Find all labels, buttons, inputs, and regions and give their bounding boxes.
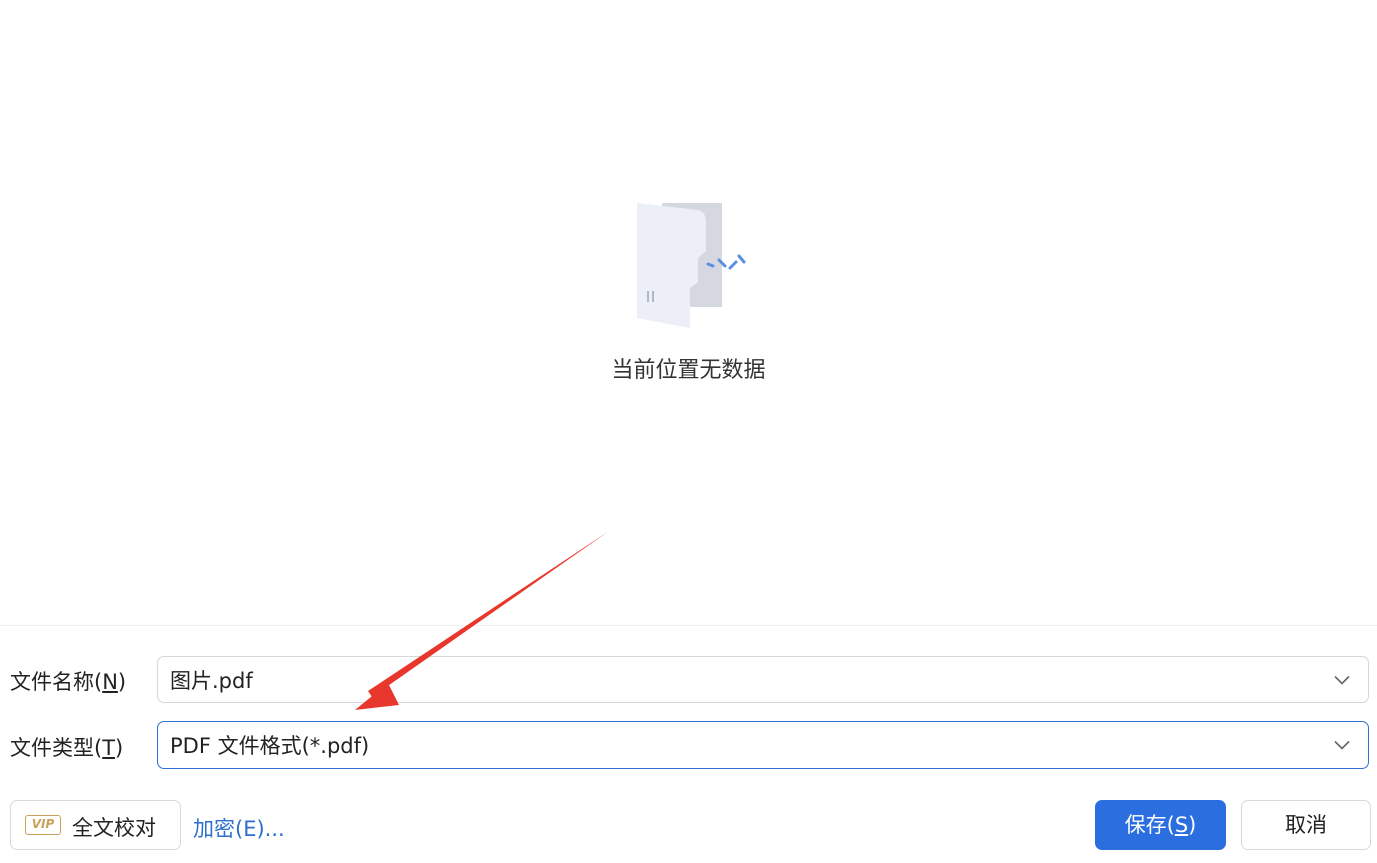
save-button[interactable]: 保存(S)	[1095, 800, 1226, 850]
filetype-label: 文件类型(T)	[10, 736, 124, 760]
filetype-select[interactable]: PDF 文件格式(*.pdf)	[157, 721, 1369, 769]
proofread-button[interactable]: VIP 全文校对	[10, 800, 181, 850]
cancel-button[interactable]: 取消	[1241, 800, 1371, 850]
filename-label: 文件名称(N)	[10, 670, 127, 694]
filename-value[interactable]: 图片.pdf	[170, 665, 253, 695]
divider	[0, 625, 1377, 626]
encrypt-link[interactable]: 加密(E)...	[193, 813, 285, 843]
proofread-label: 全文校对	[72, 816, 156, 840]
vip-badge-icon: VIP	[25, 815, 61, 835]
empty-folder-icon	[637, 203, 746, 328]
filename-combobox[interactable]: 图片.pdf	[157, 656, 1369, 703]
empty-state-message: 当前位置无数据	[611, 358, 766, 383]
chevron-down-icon[interactable]	[1334, 740, 1350, 750]
chevron-down-icon[interactable]	[1334, 675, 1350, 685]
filetype-value[interactable]: PDF 文件格式(*.pdf)	[170, 730, 369, 760]
file-browser-area: 当前位置无数据	[0, 0, 1377, 625]
